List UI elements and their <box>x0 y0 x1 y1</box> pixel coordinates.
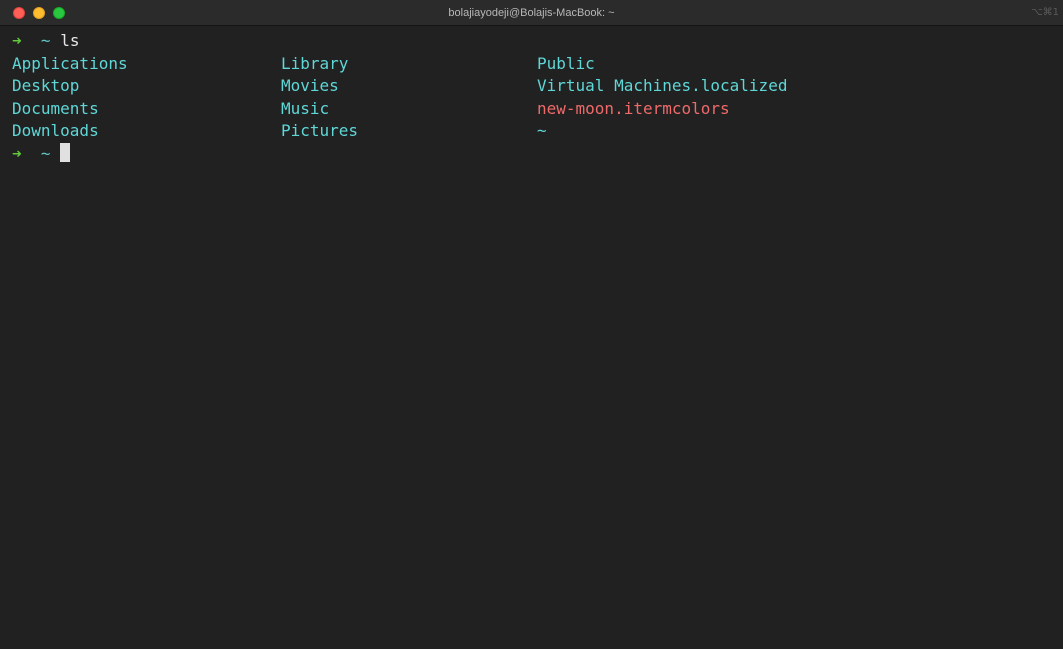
prompt-arrow-icon: ➜ <box>12 143 22 163</box>
ls-entry: ~ <box>537 121 547 140</box>
prompt-line: ➜ ~ <box>12 142 1063 166</box>
title-bar[interactable]: bolajiayodeji@Bolajis-MacBook: ~ ⌥⌘1 <box>0 0 1063 26</box>
ls-output-row: Documents Music new-moon.itermcolors <box>12 98 1063 121</box>
prompt-arrow-icon: ➜ <box>12 31 22 50</box>
ls-entry: Library <box>281 53 349 73</box>
ls-output-row: Applications Library Public <box>12 53 1063 76</box>
ls-entry: Desktop <box>12 76 80 95</box>
prompt-command: ls <box>60 31 80 50</box>
window-shortcut-label: ⌥⌘1 <box>1031 7 1059 18</box>
ls-entry: new-moon.itermcolors <box>537 98 730 118</box>
ls-entry: Movies <box>281 76 339 95</box>
prompt-path: ~ <box>40 143 51 163</box>
prompt-line: ➜ ~ ls <box>12 30 1063 53</box>
ls-entry: Music <box>281 98 330 118</box>
ls-entry: Downloads <box>12 121 99 140</box>
ls-entry: Applications <box>12 53 128 73</box>
terminal-content[interactable]: ➜ ~ ls Applications Library Public Deskt… <box>0 26 1063 649</box>
terminal-window: bolajiayodeji@Bolajis-MacBook: ~ ⌥⌘1 ➜ ~… <box>0 0 1063 649</box>
ls-output-row: Downloads Pictures ~ <box>12 120 1063 143</box>
ls-entry: Public <box>537 53 595 73</box>
ls-output-row: Desktop Movies Virtual Machines.localize… <box>12 75 1063 98</box>
ls-entry: Virtual Machines.localized <box>537 76 788 95</box>
window-title: bolajiayodeji@Bolajis-MacBook: ~ <box>448 7 615 19</box>
text-cursor <box>60 142 71 162</box>
ls-entry: Pictures <box>281 121 359 140</box>
ls-entry: Documents <box>12 98 99 118</box>
prompt-path: ~ <box>40 31 51 50</box>
